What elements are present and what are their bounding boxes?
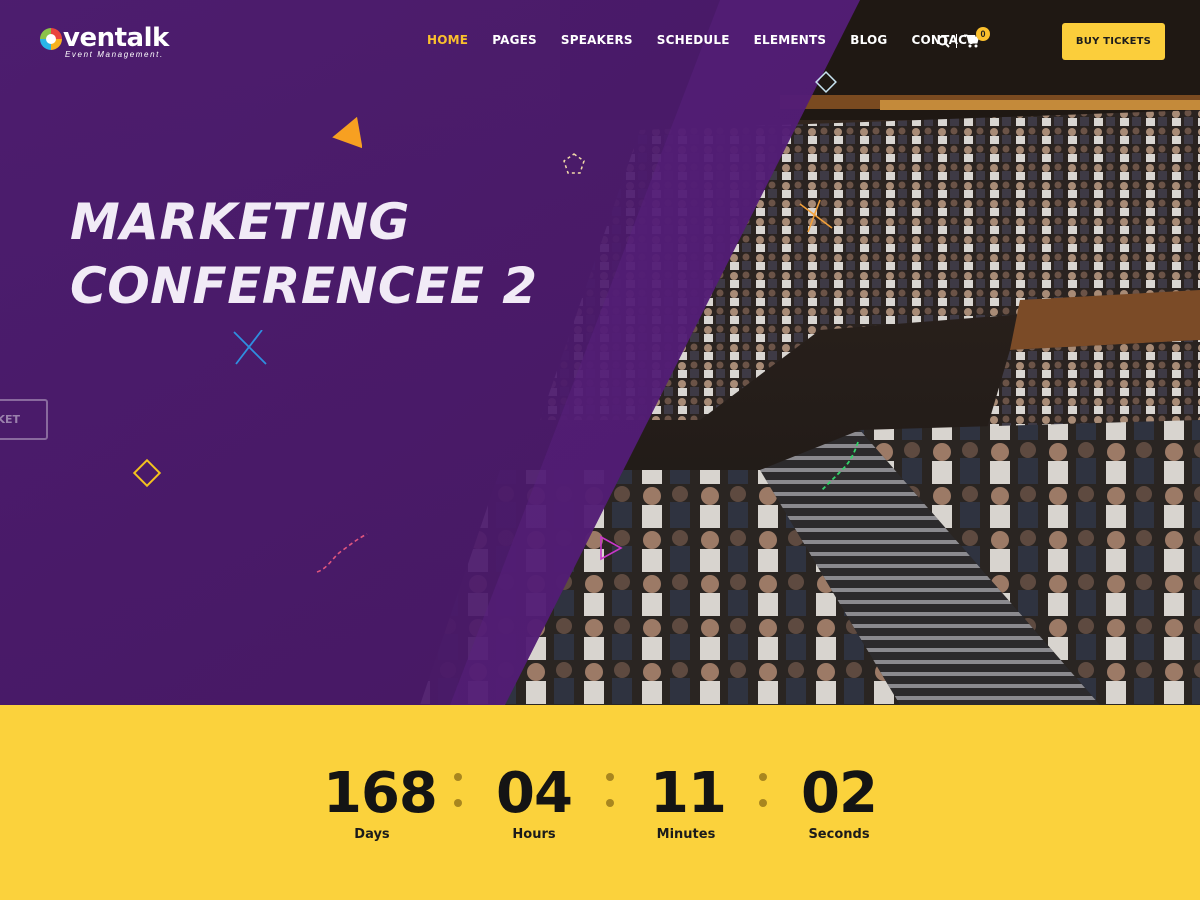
dashed-pentagon-shape	[563, 153, 585, 174]
buy-tickets-button[interactable]: BUY TICKETS	[1062, 23, 1165, 60]
nav-item-elements[interactable]: ELEMENTS	[754, 33, 827, 47]
header-divider	[956, 34, 957, 48]
countdown-hours-value: 04	[496, 761, 573, 826]
countdown-separator	[454, 773, 462, 809]
purple-diagonal-overlay	[0, 0, 860, 705]
nav-item-pages[interactable]: PAGES	[492, 33, 537, 47]
countdown-separator	[606, 773, 614, 809]
main-nav: HOME PAGES SPEAKERS SCHEDULE ELEMENTS BL…	[427, 33, 999, 47]
nav-item-home[interactable]: HOME	[427, 33, 468, 47]
cross-blue-shape	[233, 330, 267, 365]
countdown-minutes: 11 Minutes	[650, 761, 727, 843]
logo-tagline: Event Management.	[65, 50, 164, 59]
play-triangle-outline-shape	[600, 535, 623, 561]
countdown-separator	[759, 773, 767, 809]
countdown-days-label: Days	[354, 827, 390, 842]
logo[interactable]: ventalk Event Management.	[40, 24, 169, 59]
diamond-yellow-shape	[132, 458, 162, 488]
triangle-orange-shape	[332, 117, 362, 149]
countdown-minutes-value: 11	[650, 761, 727, 826]
countdown-hours-label: Hours	[512, 827, 556, 842]
countdown-minutes-label: Minutes	[656, 827, 716, 842]
nav-item-schedule[interactable]: SCHEDULE	[657, 33, 730, 47]
hero-title: MARKETING CONFERENCEE 2022	[70, 190, 536, 318]
cart-count-badge: 0	[976, 27, 990, 41]
nav-item-speakers[interactable]: SPEAKERS	[561, 33, 633, 47]
dashed-squiggle-green-shape	[821, 441, 859, 491]
dashed-squiggle-pink-shape	[316, 533, 368, 573]
hero-section: MARKETING CONFERENCEE 2022 KET	[0, 0, 1200, 705]
countdown-section: 168 Days 04 Hours 11 Minutes 02 Seconds	[0, 705, 1200, 900]
site-header: ventalk Event Management. HOME PAGES SPE…	[0, 0, 1200, 80]
ticket-outline-button[interactable]: KET	[0, 399, 48, 440]
logo-text: ventalk	[63, 23, 169, 53]
cross-orange-shape	[799, 199, 833, 233]
countdown-seconds-label: Seconds	[808, 827, 870, 842]
logo-wordmark: ventalk	[40, 24, 169, 52]
countdown-days: 168 Days	[323, 761, 438, 843]
hero-title-line-1: MARKETING	[70, 193, 410, 251]
nav-item-blog[interactable]: BLOG	[850, 33, 887, 47]
search-icon[interactable]	[937, 35, 950, 48]
countdown-seconds-value: 02	[801, 761, 878, 826]
logo-mark-icon	[40, 28, 62, 50]
countdown-days-value: 168	[323, 761, 438, 826]
countdown-seconds: 02 Seconds	[800, 761, 878, 843]
countdown-hours: 04 Hours	[494, 761, 574, 843]
hero-title-line-2: CONFERENCEE 2022	[70, 257, 536, 315]
